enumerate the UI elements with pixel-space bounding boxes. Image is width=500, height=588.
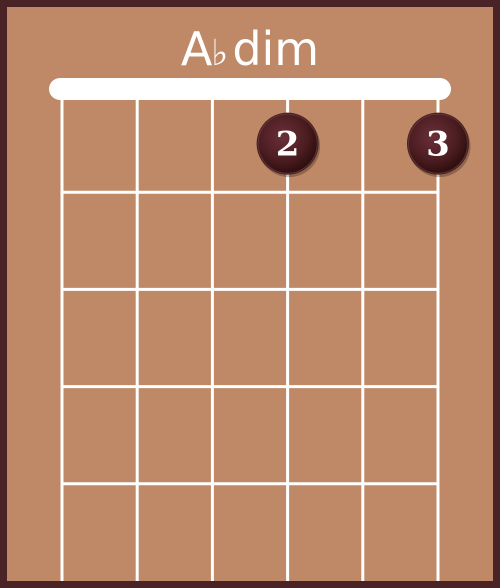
- chord-diagram-frame: 23 A♭dim: [0, 0, 500, 588]
- chord-root: A: [180, 22, 213, 76]
- chord-accidental: ♭: [211, 33, 229, 74]
- finger-number: 2: [276, 125, 300, 165]
- chord-title: A♭dim: [7, 19, 493, 84]
- chord-diagram: 23: [7, 7, 493, 581]
- finger-number: 3: [426, 125, 450, 165]
- chord-quality: dim: [232, 22, 320, 76]
